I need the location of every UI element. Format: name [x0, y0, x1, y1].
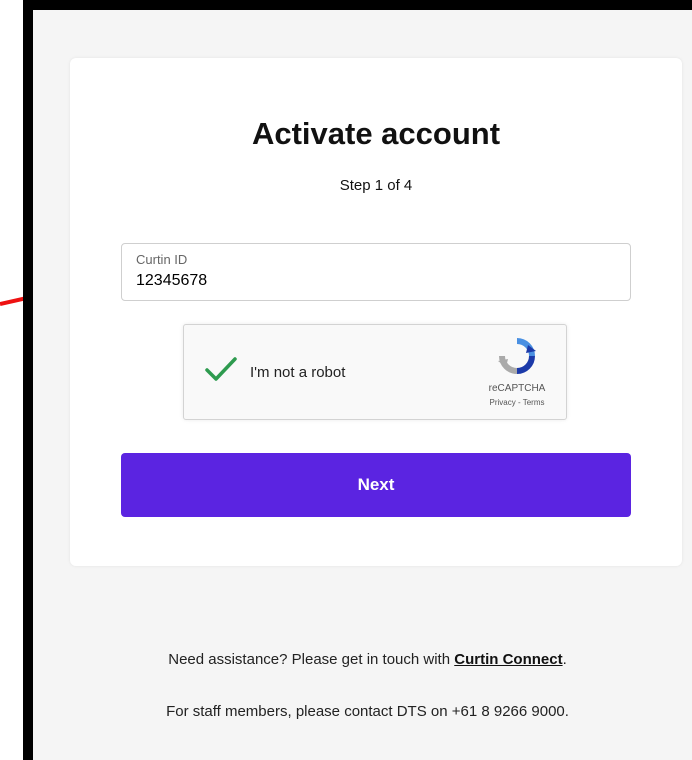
checkmark-icon[interactable]: [204, 355, 238, 383]
assistance-text: Need assistance? Please get in touch wit…: [33, 651, 692, 668]
curtin-id-label: Curtin ID: [136, 252, 188, 267]
page-frame: Activate account Step 1 of 4 Curtin ID I…: [23, 0, 692, 760]
next-button[interactable]: Next: [121, 453, 631, 517]
assistance-period: .: [562, 651, 567, 668]
terms-link[interactable]: Terms: [523, 398, 545, 407]
recaptcha-brand: reCAPTCHA: [488, 383, 546, 394]
recaptcha-logo-icon: [498, 338, 536, 374]
curtin-connect-link[interactable]: Curtin Connect: [454, 651, 562, 668]
captcha-label: I'm not a robot: [250, 364, 346, 381]
page-title: Activate account: [251, 116, 501, 151]
curtin-id-field[interactable]: Curtin ID: [121, 243, 631, 301]
recaptcha-links: Privacy - Terms: [474, 398, 560, 407]
privacy-link[interactable]: Privacy: [490, 398, 516, 407]
curtin-id-input[interactable]: [136, 272, 606, 290]
step-indicator: Step 1 of 4: [339, 177, 413, 194]
link-separator: -: [515, 398, 523, 407]
recaptcha-widget: I'm not a robot reCAPTCHA Privacy - Term…: [183, 324, 567, 420]
staff-contact-text: For staff members, please contact DTS on…: [166, 703, 569, 720]
assistance-message: Need assistance? Please get in touch wit…: [168, 651, 455, 668]
activation-card: Activate account Step 1 of 4 Curtin ID I…: [70, 58, 682, 566]
